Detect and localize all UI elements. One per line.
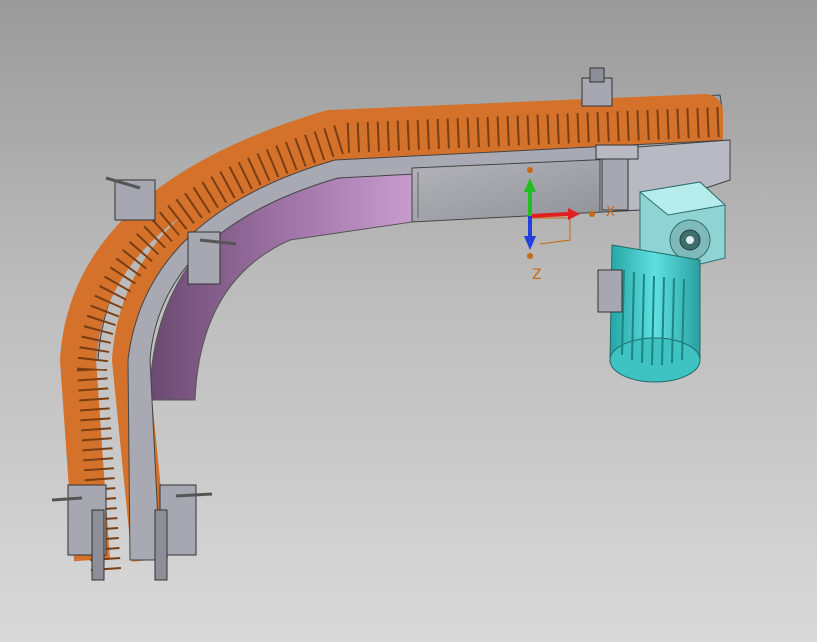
bottom-right-bracket	[154, 484, 213, 581]
left-upper-bracket	[105, 176, 156, 221]
cad-viewport[interactable]: X Z	[0, 0, 817, 642]
x-axis-arrow	[529, 212, 569, 218]
x-axis-label: X	[606, 205, 615, 220]
top-bracket	[581, 67, 613, 107]
conveyor-model[interactable]	[0, 0, 817, 642]
bottom-left-bracket	[51, 484, 107, 581]
z-axis-label: Z	[532, 267, 542, 283]
motor	[597, 244, 701, 383]
